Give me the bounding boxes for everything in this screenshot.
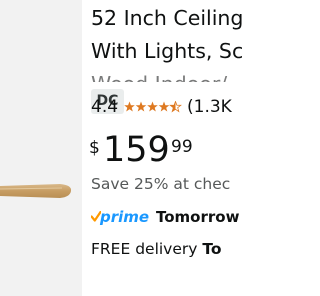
fan-blade-image bbox=[0, 184, 72, 198]
prime-label: prime bbox=[100, 208, 150, 226]
free-delivery-day: To bbox=[202, 240, 222, 258]
prime-delivery-day: Tomorrow bbox=[156, 208, 240, 226]
price: $ 159 99 bbox=[89, 130, 249, 174]
rating-row[interactable]: 4.4 (1.3K bbox=[91, 95, 251, 119]
prime-delivery-row: prime Tomorrow bbox=[91, 206, 251, 228]
savings-text: Save 25% at chec bbox=[91, 175, 231, 193]
product-title-line-2[interactable]: With Lights, Sc bbox=[91, 35, 247, 68]
price-symbol: $ bbox=[89, 138, 100, 158]
product-image[interactable] bbox=[0, 0, 82, 296]
product-title[interactable]: 52 Inch Ceiling With Lights, Sc Wood Ind… bbox=[91, 2, 247, 82]
free-delivery-text: FREE delivery To bbox=[91, 238, 222, 260]
product-title-line-1[interactable]: 52 Inch Ceiling bbox=[91, 2, 247, 35]
price-fraction: 99 bbox=[171, 137, 193, 157]
price-whole: 159 bbox=[103, 130, 170, 170]
review-count-link[interactable]: (1.3K bbox=[187, 95, 232, 119]
free-delivery-prefix: FREE delivery bbox=[91, 240, 203, 258]
rating-value: 4.4 bbox=[91, 97, 119, 117]
star-rating-icon[interactable] bbox=[124, 101, 182, 113]
product-title-line-3[interactable]: Wood Indoor/... bbox=[91, 68, 247, 82]
